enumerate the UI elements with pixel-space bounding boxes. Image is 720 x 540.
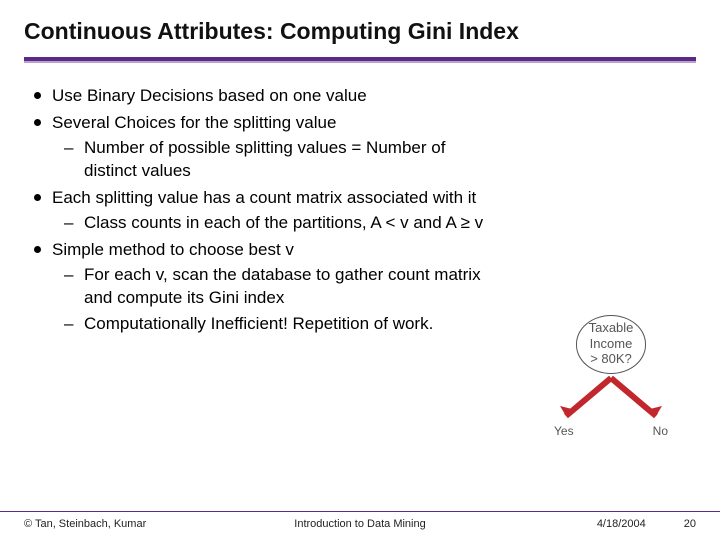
bullet-text: Simple method to choose best v <box>52 240 294 259</box>
bullet-item: Each splitting value has a count matrix … <box>24 187 494 235</box>
sub-bullet-text: Class counts in each of the partitions, … <box>84 213 483 232</box>
bullet-item: Simple method to choose best v For each … <box>24 239 494 337</box>
figure-column: Taxable Income > 80K? Yes No <box>494 85 696 340</box>
sub-bullet-item: Class counts in each of the partitions, … <box>52 212 494 235</box>
sub-bullet-item: For each v, scan the database to gather … <box>52 264 494 310</box>
sub-bullet-text: Computationally Inefficient! Repetition … <box>84 314 433 333</box>
bullet-text: Use Binary Decisions based on one value <box>52 86 367 105</box>
slide: Continuous Attributes: Computing Gini In… <box>0 0 720 540</box>
split-arrow-icon <box>536 376 686 424</box>
bullet-column: Use Binary Decisions based on one value … <box>24 85 494 340</box>
decision-oval: Taxable Income > 80K? <box>576 315 647 374</box>
slide-body: Use Binary Decisions based on one value … <box>24 61 696 340</box>
footer-center: Introduction to Data Mining <box>0 518 720 530</box>
sub-bullet-item: Computationally Inefficient! Repetition … <box>52 313 494 336</box>
node-line: > 80K? <box>590 351 632 366</box>
node-line: Income <box>590 336 633 351</box>
bullet-item: Use Binary Decisions based on one value <box>24 85 494 108</box>
bullet-text: Several Choices for the splitting value <box>52 113 336 132</box>
bullet-text: Each splitting value has a count matrix … <box>52 188 476 207</box>
sub-bullet-list: Class counts in each of the partitions, … <box>52 212 494 235</box>
sub-bullet-text: Number of possible splitting values = Nu… <box>84 138 445 180</box>
footer: © Tan, Steinbach, Kumar Introduction to … <box>0 511 720 530</box>
node-line: Taxable <box>589 320 634 335</box>
bullet-item: Several Choices for the splitting value … <box>24 112 494 183</box>
sub-bullet-list: For each v, scan the database to gather … <box>52 264 494 337</box>
split-arrows <box>536 376 686 424</box>
slide-title: Continuous Attributes: Computing Gini In… <box>24 18 696 55</box>
sub-bullet-item: Number of possible splitting values = Nu… <box>52 137 494 183</box>
sub-bullet-text: For each v, scan the database to gather … <box>84 265 481 307</box>
bullet-list: Use Binary Decisions based on one value … <box>24 85 494 336</box>
sub-bullet-list: Number of possible splitting values = Nu… <box>52 137 494 183</box>
branch-yes: Yes <box>554 424 574 438</box>
decision-node: Taxable Income > 80K? Yes No <box>536 315 686 438</box>
branch-no: No <box>653 424 668 438</box>
branch-labels: Yes No <box>536 424 686 438</box>
